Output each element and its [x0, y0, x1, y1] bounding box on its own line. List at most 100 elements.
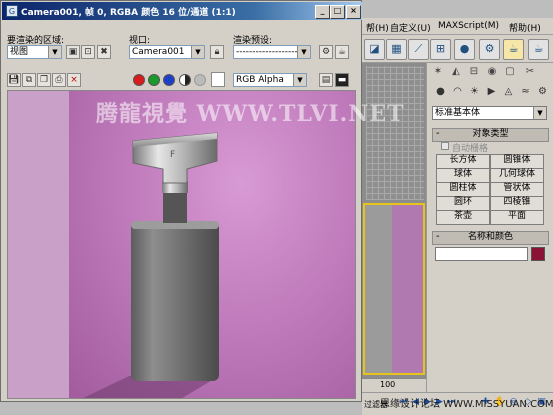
utilities-tab-icon[interactable]: ✂	[523, 65, 537, 79]
torus-button[interactable]: 圆环	[436, 196, 490, 211]
render-setup-icon[interactable]: ⚙	[319, 45, 333, 59]
category-dropdown[interactable]: 标准基本体 ▼	[432, 106, 547, 120]
systems-icon[interactable]: ⚙	[535, 85, 550, 99]
chevron-down-icon: ▼	[48, 46, 61, 58]
cameras-icon[interactable]: ▶	[484, 85, 499, 99]
mirror-icon[interactable]: ◪	[364, 39, 385, 60]
timeline-frame: 100	[380, 380, 396, 389]
teapot-button[interactable]: 茶壶	[436, 210, 490, 225]
close-button[interactable]: ×	[346, 5, 361, 19]
menu-customize[interactable]: 自定义(U)	[390, 21, 431, 34]
menu-maxscript[interactable]: MAXScript(M)	[438, 21, 499, 31]
geosphere-button[interactable]: 几何球体	[490, 168, 544, 183]
perfume-bottle-render: F	[83, 132, 219, 398]
helpers-icon[interactable]: ◬	[501, 85, 516, 99]
green-channel-icon[interactable]	[148, 74, 160, 86]
area-value: 视图	[10, 47, 29, 57]
print-icon[interactable]: ⎙	[52, 73, 66, 87]
channel-value: RGB Alpha	[236, 75, 284, 85]
auto-grid-label: 自动栅格	[452, 144, 489, 154]
quick-render-icon[interactable]: ☕	[528, 39, 549, 60]
name-color-header: 名称和颜色	[467, 232, 513, 242]
time-slider[interactable]: 100	[362, 378, 426, 392]
color-swatch-icon[interactable]	[211, 72, 225, 87]
cap-logo-icon: F	[170, 150, 175, 160]
chevron-down-icon: ▼	[293, 74, 306, 86]
toggle-ui-icon[interactable]: ▬	[335, 73, 349, 87]
copy-icon[interactable]: ⧉	[22, 73, 36, 87]
auto-grid-checkbox[interactable]	[441, 142, 449, 150]
bottle-neck	[163, 191, 187, 223]
curve-editor-icon[interactable]: ⟋	[408, 39, 429, 60]
display-tab-icon[interactable]: ▢	[503, 65, 517, 79]
area-dropdown[interactable]: 视图 ▼	[7, 45, 62, 59]
max-main-toolbar: ◪ ▦ ⟋ ⊞ ● ⚙ ☕ ☕	[362, 35, 553, 63]
alpha-channel-icon[interactable]	[179, 74, 191, 86]
lights-icon[interactable]: ☀	[467, 85, 482, 99]
display-channel-icon[interactable]: ▤	[319, 73, 333, 87]
object-color-swatch[interactable]	[531, 247, 545, 261]
plane-button[interactable]: 平面	[490, 210, 544, 225]
blue-channel-icon[interactable]	[163, 74, 175, 86]
align-icon[interactable]: ▦	[386, 39, 407, 60]
minimize-button[interactable]: _	[315, 5, 330, 19]
material-editor-icon[interactable]: ●	[454, 39, 475, 60]
rollout-collapse-icon: -	[436, 231, 440, 242]
box-button[interactable]: 长方体	[436, 154, 490, 169]
modify-tab-icon[interactable]: ◭	[449, 65, 463, 79]
object-type-header: 对象类型	[472, 129, 509, 139]
name-color-rollout[interactable]: - 名称和颜色	[432, 231, 549, 245]
viewport-camera-render-region	[392, 205, 423, 373]
cone-button[interactable]: 圆锥体	[490, 154, 544, 169]
category-value: 标准基本体	[435, 108, 481, 118]
channel-dropdown[interactable]: RGB Alpha ▼	[233, 73, 307, 87]
environment-icon[interactable]: ☕	[335, 45, 349, 59]
render-view[interactable]: F	[7, 90, 356, 399]
hierarchy-tab-icon[interactable]: ⊟	[467, 65, 481, 79]
watermark-text: 腾龍視覺 WWW.TLVI.NET	[96, 101, 405, 127]
red-channel-icon[interactable]	[133, 74, 145, 86]
cylinder-button[interactable]: 圆柱体	[436, 182, 490, 197]
window-titlebar[interactable]: G Camera001, 帧 0, RGBA 颜色 16 位/通道 (1:1) …	[2, 2, 362, 20]
chevron-down-icon[interactable]: ▼	[533, 107, 546, 119]
create-tab-icon[interactable]: ✶	[431, 65, 445, 79]
geometry-icon[interactable]: ●	[433, 85, 448, 99]
rollout-collapse-icon: -	[436, 128, 440, 139]
mono-icon[interactable]	[194, 74, 206, 86]
pyramid-button[interactable]: 四棱锥	[490, 196, 544, 211]
shapes-icon[interactable]: ◠	[450, 85, 465, 99]
max-menubar: 帮(H) 自定义(U) MAXScript(M) 帮助(H)	[362, 18, 553, 35]
render-canvas: F	[69, 91, 355, 398]
viewport-top-grid[interactable]	[366, 66, 424, 200]
maximize-button[interactable]: □	[330, 5, 345, 19]
render-frame-window: G Camera001, 帧 0, RGBA 颜色 16 位/通道 (1:1) …	[0, 0, 404, 402]
preset-dropdown[interactable]: ------------------------- ▼	[233, 45, 311, 59]
render-setup-icon[interactable]: ⚙	[479, 39, 500, 60]
render-left-strip	[8, 91, 69, 398]
viewport-value: Camera001	[132, 47, 185, 57]
menu-help[interactable]: 帮助(H)	[509, 21, 541, 34]
footer-watermark: 思缘设计论坛 WWW.MISSYUAN.COM	[380, 399, 553, 410]
object-type-rollout[interactable]: - 对象类型	[432, 128, 549, 142]
viewport-dropdown[interactable]: Camera001 ▼	[129, 45, 205, 59]
motion-tab-icon[interactable]: ◉	[485, 65, 499, 79]
bottle-body	[131, 221, 219, 381]
tube-button[interactable]: 管状体	[490, 182, 544, 197]
render-frame-icon[interactable]: ☕	[503, 39, 524, 60]
spacewarps-icon[interactable]: ≈	[518, 85, 533, 99]
clone-icon[interactable]: ❐	[37, 73, 51, 87]
edit-region-icon[interactable]: ▣	[66, 45, 80, 59]
auto-region-icon[interactable]: ⊡	[81, 45, 95, 59]
window-title: Camera001, 帧 0, RGBA 颜色 16 位/通道 (1:1)	[21, 8, 236, 18]
schematic-icon[interactable]: ⊞	[430, 39, 451, 60]
lock-icon[interactable]: 🔒︎	[210, 45, 224, 59]
chevron-down-icon: ▼	[191, 46, 204, 58]
menu-help-short[interactable]: 帮(H)	[366, 21, 389, 34]
clear-icon[interactable]: ×	[67, 73, 81, 87]
object-name-field[interactable]	[435, 247, 528, 261]
render-icon[interactable]: ✖	[97, 45, 111, 59]
save-icon[interactable]: 💾︎	[7, 73, 21, 87]
sphere-button[interactable]: 球体	[436, 168, 490, 183]
chevron-down-icon: ▼	[297, 46, 310, 58]
app-icon: G	[6, 5, 18, 17]
